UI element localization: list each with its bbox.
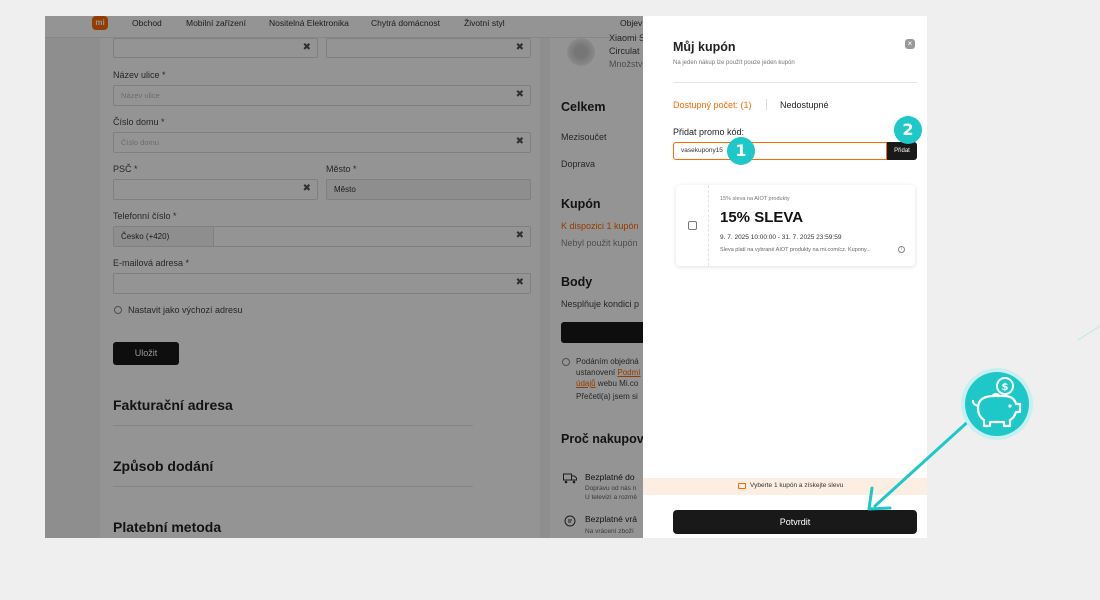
callout-step-2: 2 bbox=[894, 116, 922, 144]
coupon-card[interactable]: 15% sleva na AIOT produkty 15% SLEVA 9. … bbox=[676, 185, 915, 266]
promo-code-value: vasekupony15 bbox=[681, 147, 723, 154]
promo-code-label: Přidat promo kód: bbox=[673, 127, 745, 137]
coupon-hint-text: Vyberte 1 kupón a získejte slevu bbox=[750, 482, 844, 489]
screenshot-frame: mi Obchod Mobilní zařízení Nositelná Ele… bbox=[45, 16, 927, 538]
coupon-hint-bar: Vyberte 1 kupón a získejte slevu bbox=[643, 478, 927, 495]
coupon-modal: Můj kupón Na jeden nákup lze použít pouz… bbox=[643, 16, 927, 538]
tab-unavailable[interactable]: Nedostupné bbox=[780, 100, 829, 110]
svg-text:$: $ bbox=[1002, 382, 1009, 393]
coupon-select-area[interactable] bbox=[676, 185, 709, 266]
confirm-button[interactable]: Potvrdit bbox=[673, 510, 917, 534]
close-icon[interactable]: × bbox=[905, 39, 915, 49]
tab-divider bbox=[766, 99, 767, 110]
info-icon[interactable]: i bbox=[898, 246, 905, 253]
piggy-bank-coin-icon: $ bbox=[961, 368, 1033, 440]
tab-available[interactable]: Dostupný počet: (1) bbox=[673, 100, 752, 110]
modal-title: Můj kupón bbox=[673, 40, 736, 54]
coupon-headline: 15% SLEVA bbox=[720, 209, 804, 226]
coupon-category: 15% sleva na AIOT produkty bbox=[720, 196, 790, 202]
promo-code-input[interactable]: vasekupony15 bbox=[673, 142, 887, 160]
coupon-validity: 9. 7. 2025 10:00:00 - 31. 7. 2025 23:59:… bbox=[720, 234, 842, 241]
modal-divider bbox=[673, 82, 917, 83]
callout-step-1: 1 bbox=[727, 137, 755, 165]
coupon-checkbox[interactable] bbox=[688, 221, 697, 230]
coupon-ticket-icon bbox=[738, 483, 746, 489]
coupon-note: Sleva platí na vybrané AIOT produkty na … bbox=[720, 247, 871, 253]
modal-subtitle: Na jeden nákup lze použít pouze jeden ku… bbox=[673, 60, 795, 66]
add-promo-button[interactable]: Přidat bbox=[887, 142, 917, 160]
